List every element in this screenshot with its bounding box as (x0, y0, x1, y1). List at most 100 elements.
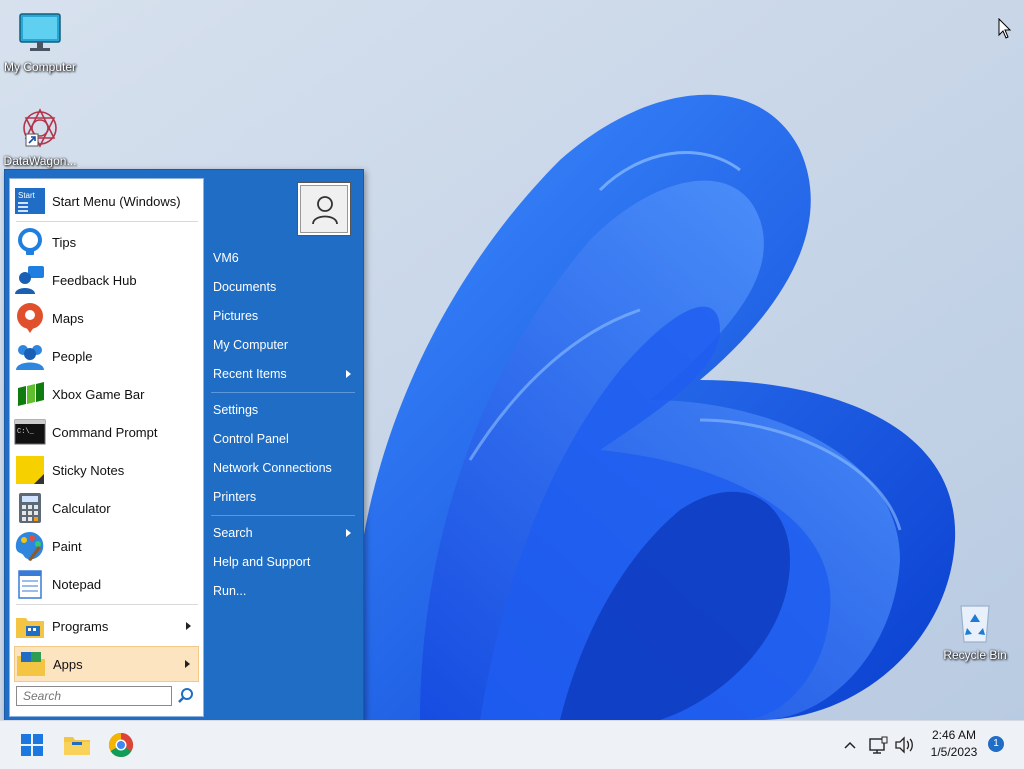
right-item-run[interactable]: Run... (213, 580, 357, 602)
start-menu-icon: Start (14, 185, 46, 217)
desktop-icon-datawagon[interactable]: DataWagon... (0, 104, 80, 168)
volume-tray-button[interactable] (892, 729, 916, 761)
desktop-icon-my-computer[interactable]: My Computer (0, 10, 80, 74)
chevron-right-icon (346, 370, 351, 378)
clock[interactable]: 2:46 AM 1/5/2023 (922, 727, 986, 761)
tips-icon (14, 226, 46, 258)
pinned-item-label: Tips (52, 234, 77, 250)
desktop-icon-label: DataWagon... (3, 154, 77, 168)
right-item-my-computer[interactable]: My Computer (213, 334, 357, 356)
programs-label: Programs (52, 618, 109, 634)
notepad-icon (14, 568, 46, 600)
maps-icon (14, 302, 46, 334)
user-avatar[interactable] (297, 182, 351, 236)
desktop-icon-label: Recycle Bin (943, 648, 1007, 662)
svg-text:C:\_: C:\_ (17, 428, 35, 436)
people-icon (14, 340, 46, 372)
programs-icon (14, 610, 46, 642)
desktop-icon-label: My Computer (3, 60, 77, 74)
pinned-item-label: Command Prompt (52, 424, 158, 440)
right-item-label: Run... (213, 584, 247, 598)
pinned-item-tips[interactable]: Tips (14, 224, 199, 260)
desktop-icon-recycle-bin[interactable]: Recycle Bin (935, 598, 1015, 662)
start-search-input[interactable] (16, 686, 172, 706)
chevron-right-icon (185, 660, 190, 668)
pinned-item-label: Feedback Hub (52, 272, 137, 288)
right-item-recent-items[interactable]: Recent Items (213, 363, 357, 385)
right-item-label: Help and Support (213, 555, 311, 569)
sticky-notes-icon (14, 454, 46, 486)
separator (16, 604, 198, 605)
pinned-item-paint[interactable]: Paint (14, 528, 199, 564)
pinned-item-label: Xbox Game Bar (52, 386, 145, 402)
right-item-documents[interactable]: Documents (213, 276, 357, 298)
chevron-right-icon (346, 529, 351, 537)
right-item-pictures[interactable]: Pictures (213, 305, 357, 327)
separator (211, 392, 355, 393)
start-menu-header-item[interactable]: Start Start Menu (Windows) (14, 183, 199, 219)
right-item-label: Recent Items (213, 367, 287, 381)
start-button[interactable] (16, 729, 48, 761)
apps-label: Apps (53, 656, 83, 672)
right-item-settings[interactable]: Settings (213, 399, 357, 421)
chevron-up-icon (844, 741, 856, 749)
right-item-label: Settings (213, 403, 259, 417)
show-hidden-icons-button[interactable] (838, 729, 862, 761)
pinned-item-label: Maps (52, 310, 84, 326)
right-item-help-and-support[interactable]: Help and Support (213, 551, 357, 573)
pinned-item-notepad[interactable]: Notepad (14, 566, 199, 602)
recycle-bin-icon (951, 598, 999, 646)
right-item-label: VM6 (213, 251, 239, 265)
network-icon (869, 736, 888, 754)
chrome-button[interactable] (105, 729, 137, 761)
start-menu-header-label: Start Menu (Windows) (52, 193, 181, 209)
xbox-game-bar-icon (14, 378, 46, 410)
mouse-cursor-icon (998, 18, 1012, 39)
pinned-item-maps[interactable]: Maps (14, 300, 199, 336)
pinned-item-calculator[interactable]: Calculator (14, 490, 199, 526)
notification-badge[interactable]: 1 (988, 736, 1004, 752)
pinned-item-feedback-hub[interactable]: Feedback Hub (14, 262, 199, 298)
start-menu: Start Start Menu (Windows) Tips Feedback… (4, 169, 364, 721)
pinned-item-command-prompt[interactable]: C:\_ Command Prompt (14, 414, 199, 450)
pinned-item-sticky-notes[interactable]: Sticky Notes (14, 452, 199, 488)
start-menu-left-column: Start Start Menu (Windows) Tips Feedback… (9, 178, 204, 717)
user-icon (312, 196, 338, 225)
right-item-control-panel[interactable]: Control Panel (213, 428, 357, 450)
chrome-icon (108, 733, 134, 758)
apps-item[interactable]: Apps (14, 646, 199, 682)
file-explorer-button[interactable] (61, 729, 93, 761)
calculator-icon (14, 492, 46, 524)
datawagon-icon (16, 104, 64, 152)
separator (211, 515, 355, 516)
right-item-search[interactable]: Search (213, 522, 357, 544)
right-item-label: Search (213, 526, 253, 540)
network-tray-button[interactable] (866, 729, 890, 761)
command-prompt-icon: C:\_ (14, 416, 46, 448)
folder-icon (64, 737, 90, 755)
svg-text:Start: Start (18, 191, 36, 200)
programs-item[interactable]: Programs (14, 608, 199, 644)
pinned-item-xbox-game-bar[interactable]: Xbox Game Bar (14, 376, 199, 412)
right-item-printers[interactable]: Printers (213, 486, 357, 508)
pinned-item-people[interactable]: People (14, 338, 199, 374)
right-item-network-connections[interactable]: Network Connections (213, 457, 357, 479)
windows-logo-icon (21, 734, 43, 756)
chevron-right-icon (186, 622, 191, 630)
start-menu-right-column: VM6 Documents Pictures My Computer Recen… (205, 170, 363, 720)
right-item-label: Network Connections (213, 461, 332, 475)
right-item-label: Pictures (213, 309, 259, 323)
monitor-icon (16, 10, 64, 58)
separator (16, 221, 198, 222)
right-item-label: Documents (213, 280, 277, 294)
speaker-icon (895, 736, 913, 754)
paint-icon (14, 530, 46, 562)
pinned-item-label: Calculator (52, 500, 111, 516)
taskbar: 2:46 AM 1/5/2023 1 (0, 720, 1024, 769)
right-item-vm6[interactable]: VM6 (213, 247, 357, 269)
pinned-item-label: People (52, 348, 93, 364)
search-icon[interactable] (176, 686, 196, 706)
pinned-item-label: Paint (52, 538, 82, 554)
apps-icon (15, 648, 47, 680)
right-item-label: My Computer (213, 338, 289, 352)
